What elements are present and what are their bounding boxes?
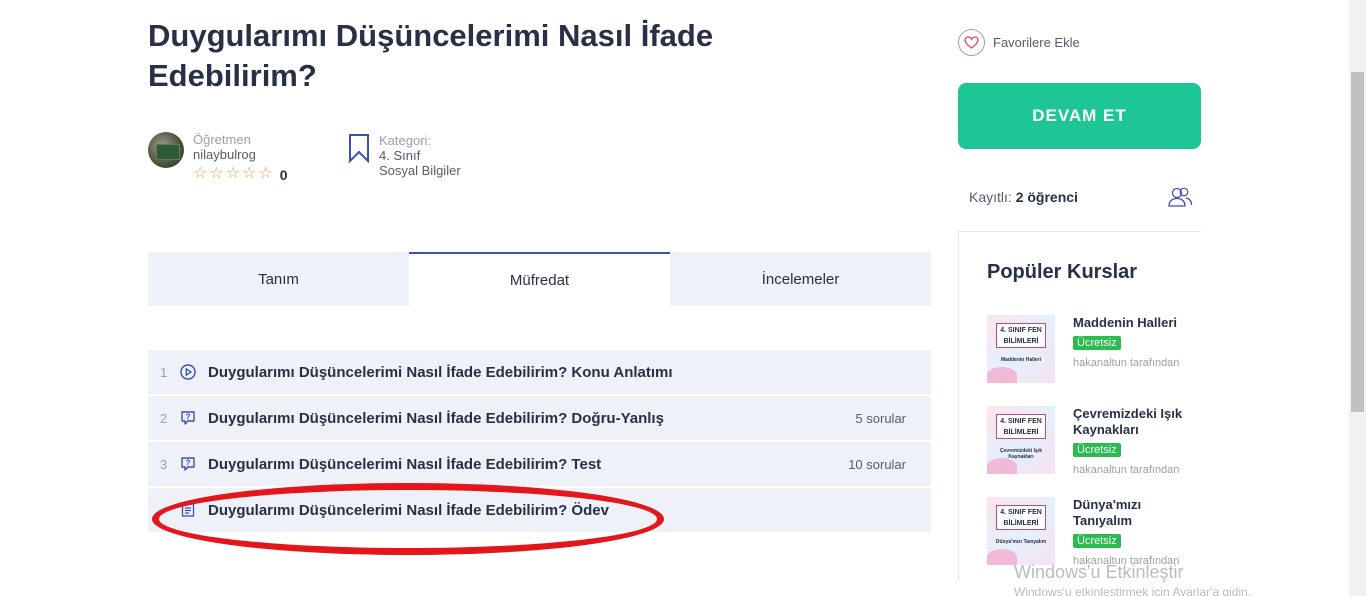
tab-tanim[interactable]: Tanım [148, 252, 409, 306]
course-thumbnail[interactable]: 4. SINIF FEN BİLİMLERİ Çevremizdeki Işık… [987, 406, 1055, 474]
add-to-favorites[interactable]: Favorilere Ekle [958, 29, 1080, 56]
heart-icon [958, 29, 985, 56]
curriculum-item[interactable]: Duygularımı Düşüncelerimi Nasıl İfade Ed… [148, 488, 931, 532]
continue-button[interactable]: DEVAM ET [958, 83, 1201, 149]
teacher-avatar[interactable] [148, 132, 184, 168]
svg-text:?: ? [186, 459, 191, 468]
item-number: 1 [160, 364, 168, 380]
thumb-badge: 4. SINIF FEN BİLİMLERİ [996, 505, 1046, 530]
quiz-icon: ? [181, 457, 195, 471]
course-tabs: Tanım Müfredat İncelemeler [148, 252, 931, 306]
quiz-icon: ? [181, 411, 195, 425]
favorites-label: Favorilere Ekle [993, 35, 1080, 50]
svg-text:?: ? [186, 413, 191, 422]
category-label: Kategori: [379, 133, 432, 148]
enrolled-label: Kayıtlı: [969, 189, 1012, 205]
thumb-subtitle: Çevremizdeki Işık Kaynakları [1000, 448, 1042, 460]
rating-stars: ☆ ☆ ☆ ☆ ☆ 0 [193, 164, 288, 183]
course-author: hakanaltun tarafından [1073, 357, 1180, 369]
course-title-link[interactable]: Çevremizdeki Işık Kaynakları [1073, 406, 1193, 438]
teacher-name[interactable]: nilaybulrog [193, 147, 288, 162]
curriculum-item[interactable]: 3 ? Duygularımı Düşüncelerimi Nasıl İfad… [148, 442, 931, 486]
star-icon: ☆ [193, 164, 208, 182]
thumb-badge: 4. SINIF FEN BİLİMLERİ [996, 414, 1046, 439]
popular-title: Popüler Kurslar [987, 261, 1138, 283]
play-circle-icon [180, 364, 196, 380]
star-icon: ☆ [209, 164, 224, 182]
popular-courses: Popüler Kurslar 4. SINIF FEN BİLİMLERİ M… [958, 231, 1201, 581]
course-title: Duygularımı Düşüncelerimi Nasıl İfade Ed… [148, 18, 714, 93]
popular-course-item[interactable]: 4. SINIF FEN BİLİMLERİ Dünya'mızı Tanıya… [987, 497, 1193, 567]
curriculum-item[interactable]: 2 ? Duygularımı Düşüncelerimi Nasıl İfad… [148, 396, 931, 440]
tab-incelemeler[interactable]: İncelemeler [670, 252, 931, 306]
enrolled-info: Kayıtlı: 2 öğrenci [969, 186, 1193, 208]
category-info: Kategori: 4. Sınıf Sosyal Bilgiler [348, 133, 461, 178]
item-title: Duygularımı Düşüncelerimi Nasıl İfade Ed… [208, 501, 609, 519]
scrollbar-thumb[interactable] [1351, 72, 1364, 412]
course-thumbnail[interactable]: 4. SINIF FEN BİLİMLERİ Maddenin Halleri [987, 315, 1055, 383]
bookmark-icon [349, 134, 369, 163]
star-icon: ☆ [225, 164, 241, 182]
item-title: Duygularımı Düşüncelerimi Nasıl İfade Ed… [208, 409, 664, 427]
category-line2[interactable]: Sosyal Bilgiler [379, 163, 461, 178]
popular-course-item[interactable]: 4. SINIF FEN BİLİMLERİ Çevremizdeki Işık… [987, 406, 1193, 476]
price-badge: Ücretsiz [1073, 336, 1121, 350]
users-icon [1168, 187, 1193, 207]
teacher-info: Öğretmen nilaybulrog ☆ ☆ ☆ ☆ ☆ 0 [148, 132, 288, 183]
course-title-link[interactable]: Dünya'mızı Tanıyalım [1073, 497, 1193, 529]
page-scrollbar[interactable] [1349, 0, 1366, 596]
item-meta: 5 sorular [855, 410, 906, 426]
item-number: 2 [160, 410, 168, 426]
item-number: 3 [160, 456, 168, 472]
item-meta: 10 sorular [848, 456, 906, 472]
item-title: Duygularımı Düşüncelerimi Nasıl İfade Ed… [208, 363, 673, 381]
category-line1[interactable]: 4. Sınıf [379, 148, 461, 163]
price-badge: Ücretsiz [1073, 443, 1121, 457]
assignment-icon [181, 503, 195, 517]
windows-activation-title: Windows'u Etkinleştir [1014, 562, 1184, 582]
course-author: hakanaltun tarafından [1073, 464, 1180, 476]
tab-mufredat[interactable]: Müfredat [409, 252, 670, 306]
star-icon: ☆ [242, 164, 257, 182]
course-thumbnail[interactable]: 4. SINIF FEN BİLİMLERİ Dünya'mızı Tanıya… [987, 497, 1055, 565]
enrolled-text: Kayıtlı: 2 öğrenci [969, 189, 1078, 205]
price-badge: Ücretsiz [1073, 534, 1121, 548]
item-title: Duygularımı Düşüncelerimi Nasıl İfade Ed… [208, 455, 602, 473]
enrolled-count: 2 öğrenci [1015, 189, 1078, 205]
popular-course-item[interactable]: 4. SINIF FEN BİLİMLERİ Maddenin Halleri … [987, 315, 1193, 383]
curriculum-item[interactable]: 1 Duygularımı Düşüncelerimi Nasıl İfade … [148, 350, 931, 394]
teacher-label: Öğretmen [193, 132, 251, 147]
rating-count: 0 [279, 167, 288, 183]
thumb-subtitle: Dünya'mızı Tanıyalım [995, 539, 1047, 545]
course-title-link[interactable]: Maddenin Halleri [1073, 315, 1193, 331]
star-icon: ☆ [258, 164, 273, 182]
thumb-subtitle: Maddenin Halleri [1000, 357, 1041, 363]
curriculum-list: 1 Duygularımı Düşüncelerimi Nasıl İfade … [148, 350, 931, 534]
windows-activation-text: Windows'u etkinleştirmek için Ayarlar'a … [1014, 585, 1252, 596]
thumb-badge: 4. SINIF FEN BİLİMLERİ [996, 323, 1046, 348]
